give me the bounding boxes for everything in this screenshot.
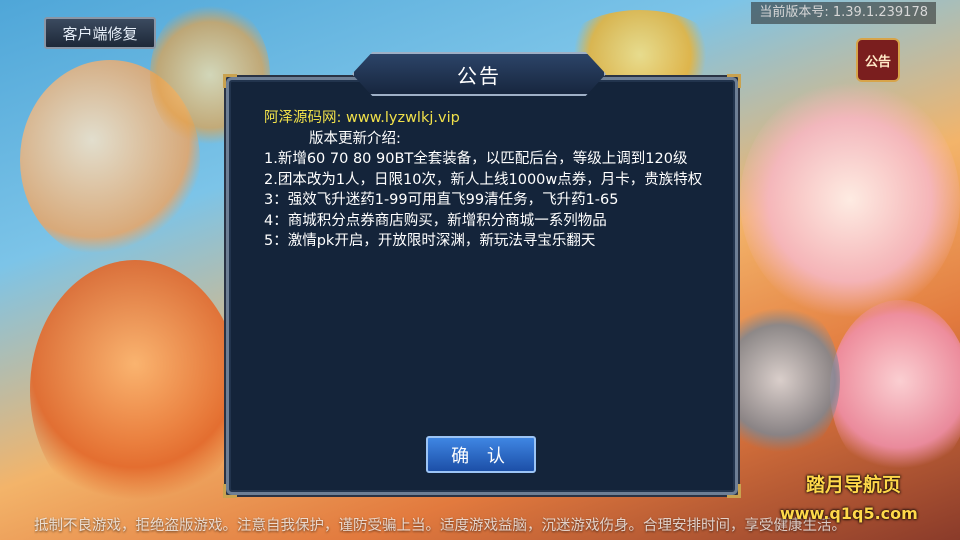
update-item-3: 3：强效飞升迷药1-99可用直飞99清任务，飞升药1-65: [264, 192, 619, 208]
client-repair-button[interactable]: 客户端修复: [44, 17, 156, 49]
version-label: 当前版本号: 1.39.1.239178: [751, 2, 936, 24]
update-item-4: 4：商城积分点券商店购买，新增积分商城一系列物品: [264, 212, 607, 229]
dialog-corner-ornament: [727, 74, 741, 88]
pink-character-art: [830, 300, 960, 480]
update-item-1: 1.新增60 70 80 90BT全套装备，以匹配后台，等级上调到120级: [264, 151, 688, 167]
confirm-button[interactable]: 确 认: [426, 436, 536, 473]
dialog-corner-ornament: [223, 484, 237, 498]
cake-castle-art: [740, 80, 960, 320]
watermark-title: 踏月导航页: [806, 474, 902, 496]
announcement-content: 阿泽源码网: www.lyzwlkj.vip 版本更新介绍: 1.新增60 70…: [264, 108, 714, 252]
silver-hair-character-art: [720, 300, 840, 460]
dialog-corner-ornament: [223, 74, 237, 88]
site-line: 阿泽源码网: www.lyzwlkj.vip: [264, 110, 460, 126]
watermark-url: www.q1q5.com: [780, 504, 918, 523]
orange-hair-character-art: [30, 260, 240, 520]
update-item-2: 2.团本改为1人，日限10次，新人上线1000w点券，月卡，贵族特权: [264, 171, 703, 188]
dialog-title-plate: 公告: [352, 52, 606, 96]
update-intro-heading: 版本更新介绍:: [309, 130, 401, 147]
notice-tab-button[interactable]: 公告: [856, 38, 900, 82]
update-item-5: 5：激情pk开启，开放限时深渊，新玩法寻宝乐翻天: [264, 233, 596, 249]
dialog-title: 公告: [457, 63, 501, 88]
dialog-corner-ornament: [727, 484, 741, 498]
